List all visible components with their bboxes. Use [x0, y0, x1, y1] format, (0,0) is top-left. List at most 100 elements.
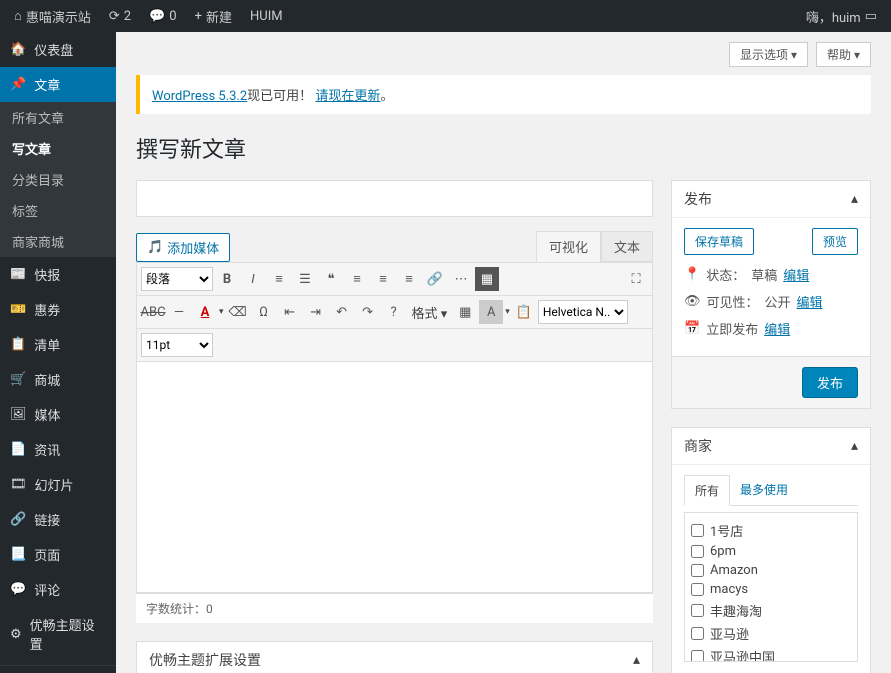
menu-pages[interactable]: 📃 页面 [0, 537, 116, 572]
menu-slides[interactable]: 🎞 幻灯片 [0, 467, 116, 502]
update-notice: WordPress 5.3.2现已可用！ 请现在更新。 [136, 75, 871, 114]
merchant-header[interactable]: 商家▴ [672, 428, 870, 465]
submenu-new-post[interactable]: 写文章 [0, 133, 116, 164]
fullscreen-button[interactable]: ⛶ [624, 267, 648, 291]
menu-coupon[interactable]: 🎫 惠券 [0, 292, 116, 327]
merchant-item[interactable]: 1号店 [691, 519, 851, 542]
edit-visibility-link[interactable]: 编辑 [797, 292, 823, 311]
merchant-item[interactable]: 丰趣海淘 [691, 599, 851, 622]
account-link[interactable]: 嗨，huim ▭ [800, 7, 883, 26]
indent-button[interactable]: ⇥ [304, 300, 328, 324]
publish-header[interactable]: 发布▴ [672, 181, 870, 218]
submenu-tags[interactable]: 标签 [0, 195, 116, 226]
merchant-checkbox[interactable] [691, 583, 704, 596]
menu-posts[interactable]: 📌 文章 [0, 67, 116, 102]
updates-link[interactable]: ⟳ 2 [103, 9, 137, 24]
menu-mall2[interactable]: 🛒 商城 [0, 362, 116, 397]
align-left-button[interactable]: ≡ [345, 267, 369, 291]
wp-version-link[interactable]: WordPress 5.3.2 [152, 89, 247, 104]
more-button[interactable]: ⋯ [449, 267, 473, 291]
help-icon-button[interactable]: ? [382, 300, 406, 324]
preview-button[interactable]: 预览 [812, 228, 858, 255]
strike-button[interactable]: ABC [141, 300, 165, 324]
menu-dashboard[interactable]: 🏠 仪表盘 [0, 32, 116, 67]
menu-theme-settings[interactable]: ⚙ 优畅主题设置 [0, 607, 116, 661]
post-title-input[interactable] [136, 180, 653, 217]
toolbar-row-1: 段落 B I ≡ ☰ ❝ ≡ ≡ ≡ 🔗 ⋯ ▦ ⛶ [137, 263, 652, 296]
clear-format-button[interactable]: ⌫ [226, 300, 250, 324]
number-list-button[interactable]: ☰ [293, 267, 317, 291]
page-title: 撰写新文章 [136, 132, 871, 164]
outdent-button[interactable]: ⇤ [278, 300, 302, 324]
align-center-button[interactable]: ≡ [371, 267, 395, 291]
merchant-tab-most[interactable]: 最多使用 [730, 475, 798, 505]
merchant-list[interactable]: 1号店 6pm Amazon macys 丰趣海淘 亚马逊 亚马逊中国 京东 [684, 512, 858, 662]
merchant-item[interactable]: Amazon [691, 561, 851, 580]
hr-button[interactable]: — [167, 300, 191, 324]
bg-color-button[interactable]: A [479, 300, 503, 324]
toggle-icon: ▴ [633, 652, 640, 668]
toggle-icon: ▴ [851, 191, 858, 207]
link-button[interactable]: 🔗 [423, 267, 447, 291]
submenu-categories[interactable]: 分类目录 [0, 164, 116, 195]
merchant-item[interactable]: 亚马逊 [691, 622, 851, 645]
menu-links[interactable]: 🔗 链接 [0, 502, 116, 537]
menu-kuaibao[interactable]: 📰 快报 [0, 257, 116, 292]
huim-link[interactable]: HUIM [244, 9, 289, 24]
edit-status-link[interactable]: 编辑 [783, 265, 809, 284]
editor-body[interactable] [137, 362, 652, 592]
align-right-button[interactable]: ≡ [397, 267, 421, 291]
tab-text[interactable]: 文本 [601, 231, 653, 262]
paste-button[interactable]: 📋 [512, 300, 536, 324]
merchant-checkbox[interactable] [691, 545, 704, 558]
submenu-all-posts[interactable]: 所有文章 [0, 102, 116, 133]
merchant-checkbox[interactable] [691, 604, 704, 617]
bullet-list-button[interactable]: ≡ [267, 267, 291, 291]
new-content-link[interactable]: + 新建 [189, 7, 238, 26]
merchant-checkbox[interactable] [691, 564, 704, 577]
ext-panel-header[interactable]: 优畅主题扩展设置▴ [137, 642, 652, 673]
toolbar-row-2: ABC — A ▾ ⌫ Ω ⇤ ⇥ ↶ ↷ ? 格式 ▾ ▦ A [137, 296, 652, 329]
menu-comments[interactable]: 💬 评论 [0, 572, 116, 607]
toggle-icon: ▴ [851, 438, 858, 454]
merchant-tab-all[interactable]: 所有 [684, 475, 730, 506]
comments-link[interactable]: 💬 0 [143, 9, 183, 24]
merchant-item[interactable]: 6pm [691, 542, 851, 561]
quote-button[interactable]: ❝ [319, 267, 343, 291]
publish-button[interactable]: 发布 [802, 367, 858, 398]
text-color-button[interactable]: A [193, 300, 217, 324]
merchant-checkbox[interactable] [691, 524, 704, 537]
menu-list[interactable]: 📋 清单 [0, 327, 116, 362]
merchant-checkbox[interactable] [691, 627, 704, 640]
screen-options-button[interactable]: 显示选项 ▾ [729, 42, 808, 67]
font-size-select[interactable]: 11pt [141, 333, 213, 357]
bg-color-dropdown-icon[interactable]: ▾ [505, 307, 510, 317]
color-dropdown-icon[interactable]: ▾ [219, 307, 224, 317]
font-select[interactable]: Helvetica N... [538, 300, 628, 324]
menu-news[interactable]: 📄 资讯 [0, 432, 116, 467]
add-media-button[interactable]: 🎵 添加媒体 [136, 233, 230, 262]
redo-button[interactable]: ↷ [356, 300, 380, 324]
table-button[interactable]: ▦ [453, 300, 477, 324]
italic-button[interactable]: I [241, 267, 265, 291]
undo-button[interactable]: ↶ [330, 300, 354, 324]
save-draft-button[interactable]: 保存草稿 [684, 228, 754, 255]
special-char-button[interactable]: Ω [252, 300, 276, 324]
merchant-item[interactable]: 亚马逊中国 [691, 645, 851, 662]
admin-sidebar: 🏠 仪表盘 📌 文章 所有文章 写文章 分类目录 标签 商家商城 📰 快报 🎫 … [0, 32, 116, 673]
merchant-checkbox[interactable] [691, 650, 704, 662]
word-count: 字数统计：0 [136, 593, 653, 623]
merchant-item[interactable]: macys [691, 580, 851, 599]
eye-icon: 👁 [684, 294, 701, 309]
site-link[interactable]: ⌂ 惠喵演示站 [8, 7, 97, 26]
tab-visual[interactable]: 可视化 [536, 231, 601, 262]
edit-schedule-link[interactable]: 编辑 [764, 319, 790, 338]
bold-button[interactable]: B [215, 267, 239, 291]
format-select[interactable]: 段落 [141, 267, 213, 291]
help-button[interactable]: 帮助 ▾ [816, 42, 871, 67]
update-now-link[interactable]: 请现在更新 [315, 89, 380, 104]
submenu-mall[interactable]: 商家商城 [0, 226, 116, 257]
menu-media[interactable]: 🖼 媒体 [0, 397, 116, 432]
format2-select[interactable]: 格式 ▾ [408, 303, 452, 322]
toolbar-toggle-button[interactable]: ▦ [475, 267, 499, 291]
